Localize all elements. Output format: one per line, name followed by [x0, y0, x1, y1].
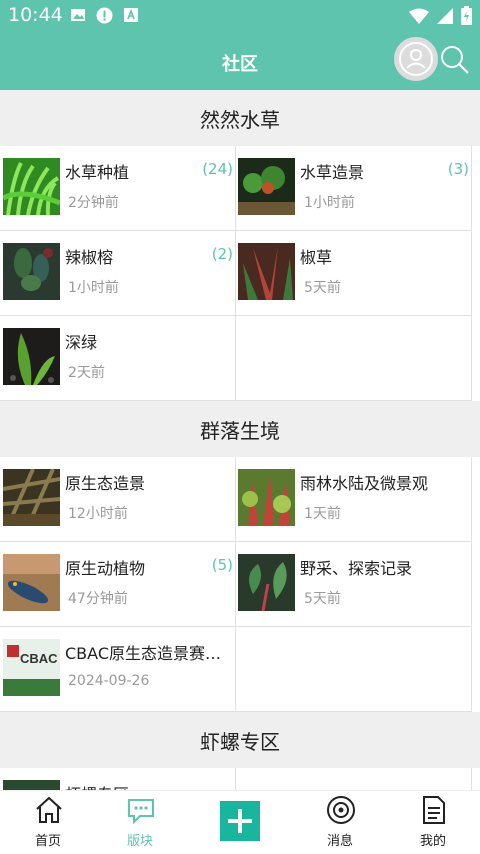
empty-cell — [236, 316, 472, 401]
board-name: 原生态造景 — [65, 474, 146, 493]
board-last-active: 2天前 — [68, 365, 105, 381]
board-thumbnail — [238, 554, 295, 611]
document-icon — [423, 796, 445, 824]
board-grid: 虾螺专区 — [0, 768, 480, 790]
status-time: 10:44 — [8, 4, 63, 26]
section-header: 群落生境 — [0, 401, 480, 457]
board-thumbnail: CBAC — [3, 639, 60, 696]
board-name: CBAC原生态造景赛… — [65, 644, 221, 663]
board-count: (5) — [211, 556, 233, 574]
wifi-icon — [409, 8, 429, 24]
empty-cell — [236, 627, 472, 712]
board-item[interactable]: 原生动植物 47分钟前 (5) — [0, 542, 236, 627]
board-last-active: 1小时前 — [304, 195, 355, 211]
nav-home[interactable]: 首页 — [0, 791, 96, 854]
board-thumbnail — [238, 158, 295, 215]
board-last-active: 5天前 — [304, 280, 341, 296]
board-grid: 原生态造景 12小时前 雨林水陆及微景观 1天前 原生动植物 47分钟前 (5)… — [0, 457, 480, 712]
board-count: (3) — [447, 160, 469, 178]
board-thumbnail — [238, 469, 295, 526]
board-name: 雨林水陆及微景观 — [300, 474, 429, 493]
board-count: (2) — [211, 245, 233, 263]
board-item[interactable]: 野采、探索记录 5天前 — [236, 542, 472, 627]
nav-messages-label: 消息 — [326, 834, 353, 849]
board-thumbnail — [3, 554, 60, 611]
board-count: (24) — [202, 160, 233, 178]
section-header: 虾螺专区 — [0, 712, 480, 768]
board-grid: 水草种植 2分钟前 (24) 水草造景 1小时前 (3) 辣椒榕 1小时前 (2… — [0, 146, 480, 401]
board-last-active: 1天前 — [304, 506, 341, 522]
board-item[interactable]: 深绿 2天前 — [0, 316, 236, 401]
board-item[interactable]: CBAC CBAC原生态造景赛… 2024-09-26 — [0, 627, 236, 712]
board-list[interactable]: 然然水草 水草种植 2分钟前 (24) 水草造景 1小时前 (3) 辣椒榕 1小… — [0, 90, 480, 790]
board-item[interactable]: 水草造景 1小时前 (3) — [236, 146, 472, 231]
board-last-active: 12小时前 — [68, 506, 128, 522]
search-icon[interactable] — [440, 45, 470, 75]
board-last-active: 2024-09-26 — [68, 673, 150, 689]
board-thumbnail — [3, 328, 60, 385]
board-name: 椒草 — [300, 248, 333, 267]
board-name: 野采、探索记录 — [300, 559, 413, 578]
section-header: 然然水草 — [0, 90, 480, 146]
plus-icon — [228, 809, 252, 833]
cbac-logo-text: CBAC — [20, 651, 58, 666]
board-item[interactable]: 原生态造景 12小时前 — [0, 457, 236, 542]
add-post-button[interactable] — [220, 801, 260, 841]
nav-mine-label: 我的 — [419, 834, 446, 849]
board-last-active: 1小时前 — [68, 280, 119, 296]
board-thumbnail — [238, 243, 295, 300]
board-thumbnail — [3, 469, 60, 526]
board-last-active: 47分钟前 — [68, 591, 128, 607]
board-name: 原生动植物 — [65, 559, 146, 578]
a-notification-icon — [124, 8, 138, 22]
board-item[interactable]: 水草种植 2分钟前 (24) — [0, 146, 236, 231]
board-item[interactable]: 辣椒榕 1小时前 (2) — [0, 231, 236, 316]
nav-boards-label: 版块 — [126, 834, 153, 849]
board-name: 水草造景 — [300, 163, 365, 182]
chat-bubble-icon — [128, 799, 154, 825]
board-name: 深绿 — [65, 333, 98, 352]
board-last-active: 2分钟前 — [68, 195, 119, 211]
board-thumbnail — [3, 158, 60, 215]
home-icon — [36, 796, 62, 823]
board-thumbnail — [3, 243, 60, 300]
messages-icon — [327, 796, 355, 824]
board-item[interactable]: 雨林水陆及微景观 1天前 — [236, 457, 472, 542]
nav-home-label: 首页 — [34, 834, 61, 849]
board-item[interactable]: 虾螺专区 — [0, 768, 236, 790]
board-thumbnail — [3, 780, 60, 790]
nav-mine[interactable]: 我的 — [385, 791, 480, 854]
battery-icon — [461, 6, 472, 25]
board-last-active: 5天前 — [304, 591, 341, 607]
user-icon — [399, 42, 433, 76]
signal-icon — [437, 7, 453, 24]
board-name: 虾螺专区 — [65, 781, 230, 790]
image-notification-icon — [71, 9, 85, 21]
empty-cell — [236, 768, 472, 790]
nav-messages[interactable]: 消息 — [292, 791, 388, 854]
board-name: 辣椒榕 — [65, 248, 114, 267]
alert-notification-icon — [96, 7, 113, 24]
board-item[interactable]: 椒草 5天前 — [236, 231, 472, 316]
nav-boards[interactable]: 版块 — [92, 791, 188, 854]
avatar[interactable] — [394, 37, 438, 81]
bottom-nav: 首页 版块 消息 我的 — [0, 790, 480, 854]
app-bar: 10:44 社区 — [0, 0, 480, 90]
status-bar: 10:44 — [0, 0, 480, 32]
